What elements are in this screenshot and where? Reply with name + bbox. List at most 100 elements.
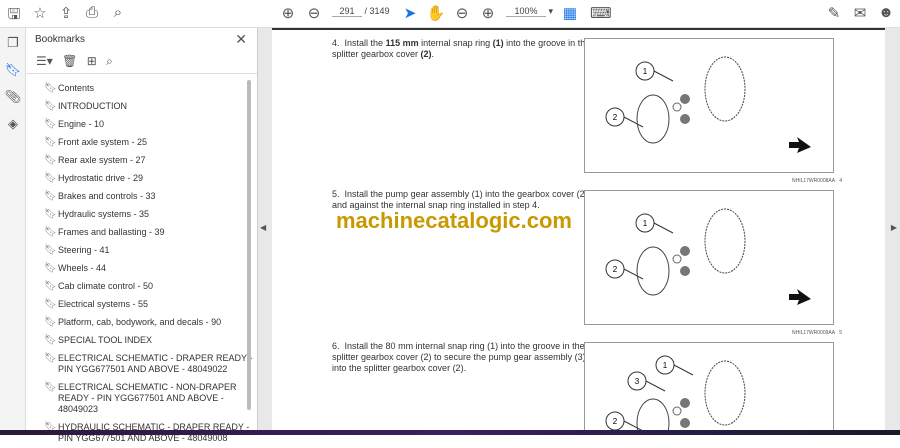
zoom-in-icon[interactable]: ⊕ [478, 4, 498, 22]
callout-number: 2 [613, 417, 618, 426]
leader-line [623, 268, 644, 280]
bookmark-item[interactable]: 🔖︎ Engine - 10 [26, 116, 257, 134]
bookmark-item[interactable]: 🔖︎ Brakes and controls - 33 [26, 188, 257, 206]
bookmark-label: Platform, cab, bodywork, and decals - 90 [58, 317, 222, 327]
bookmark-item[interactable]: 🔖︎ Wheels - 44 [26, 260, 257, 278]
attachment-icon[interactable]: 📎︎ [0, 89, 26, 109]
gear-part [680, 266, 690, 276]
bookmark-icon: 🔖︎ [44, 191, 57, 202]
scrollbar[interactable] [247, 80, 251, 410]
bookmark-item[interactable]: 🔖︎ Hydraulic systems - 35 [26, 206, 257, 224]
ring [672, 406, 682, 416]
gear-part [680, 114, 690, 124]
options-icon[interactable]: ☰▾ [36, 54, 53, 68]
save-icon[interactable]: 🖫 [4, 4, 24, 29]
bookmark-icon: 🔖︎ [44, 299, 57, 310]
leader-line [623, 116, 644, 128]
gear [704, 360, 746, 426]
bookmark-icon: 🔖︎ [44, 173, 57, 184]
gear-diagram: 1 3 2 [605, 355, 746, 448]
zoom-out-icon[interactable]: ⊖ [452, 4, 472, 22]
search-icon[interactable]: ⌕ [108, 4, 128, 21]
figure-caption: NHIL17WR0008AA 4 [791, 178, 842, 184]
bookmark-item[interactable]: 🔖︎ ELECTRICAL SCHEMATIC - DRAPER READY - … [26, 350, 257, 379]
bookmark-icon: 🔖︎ [44, 317, 57, 328]
page-up-icon[interactable]: ⊕ [278, 4, 298, 22]
toolbar: 🖫 ☆ ⇪ ⎙ ⌕ ⊕ ⊖ 291 / 3149 ➤ ✋ ⊖ ⊕ 100% ▾ … [0, 0, 900, 28]
bookmark-label: Hydraulic systems - 35 [58, 209, 150, 219]
direction-arrow [789, 289, 811, 305]
gear-diagram: 12 [605, 208, 811, 305]
bookmark-item[interactable]: 🔖︎ Electrical systems - 55 [26, 296, 257, 314]
layers-icon[interactable]: ◈ [0, 116, 26, 136]
figure-caption: NHIL17WR0009AA 5 [791, 330, 842, 336]
bookmark-icon: 🔖︎ [44, 137, 57, 148]
collapse-right-icon[interactable]: ▶ [891, 223, 897, 232]
bookmarks-panel: Bookmarks ✕ ☰▾ 🗑︎ ⊞ ⌕ 🔖︎ Contents 🔖︎ INTRODU… [26, 28, 258, 443]
gear-part [680, 418, 690, 428]
bookmark-icon: 🔖︎ [44, 335, 57, 346]
bookmark-icon[interactable]: 🔖︎ [0, 62, 26, 82]
bookmark-item[interactable]: 🔖︎ Frames and ballasting - 39 [26, 224, 257, 242]
bookmark-item[interactable]: 🔖︎ ELECTRICAL SCHEMATIC - NON-DRAPER READ… [26, 379, 257, 419]
mail-icon[interactable]: ✉ [850, 4, 870, 22]
bookmark-label: Rear axle system - 27 [58, 155, 146, 165]
bookmark-icon: 🔖︎ [44, 119, 57, 130]
bookmark-item[interactable]: 🔖︎ Rear axle system - 27 [26, 152, 257, 170]
gear-part [680, 94, 690, 104]
page-number-input[interactable]: 291 [332, 6, 362, 17]
page-fit-icon[interactable]: ▦ [560, 4, 580, 22]
gear [704, 56, 746, 122]
bookmark-item[interactable]: 🔖︎ Contents [26, 80, 257, 98]
find-bookmark-icon[interactable]: ⌕ [106, 54, 113, 68]
bookmark-icon: 🔖︎ [44, 209, 57, 220]
cover [636, 246, 670, 296]
bookmark-item[interactable]: 🔖︎ INTRODUCTION [26, 98, 257, 116]
zoom-select[interactable]: 100% [506, 6, 546, 17]
upload-icon[interactable]: ⇪ [56, 4, 76, 22]
hand-icon[interactable]: ✋ [426, 4, 446, 22]
add-bookmark-icon[interactable]: ⊞ [87, 54, 97, 68]
bookmark-icon: 🔖︎ [44, 281, 57, 292]
bookmark-icon: 🔖︎ [44, 353, 57, 364]
close-icon[interactable]: ✕ [235, 31, 247, 48]
bookmark-icon: 🔖︎ [44, 227, 57, 238]
direction-arrow [789, 137, 811, 153]
callout-number: 1 [643, 219, 648, 228]
gear-part [680, 398, 690, 408]
print-icon[interactable]: ⎙ [82, 4, 102, 21]
gear-diagram: 12 [605, 56, 811, 153]
bookmark-item[interactable]: 🔖︎ Platform, cab, bodywork, and decals - … [26, 314, 257, 332]
left-nav: ❐ 🔖︎ 📎︎ ◈ [0, 28, 26, 430]
bookmark-label: Engine - 10 [58, 119, 105, 129]
bookmark-item[interactable]: 🔖︎ Cab climate control - 50 [26, 278, 257, 296]
bookmark-item[interactable]: 🔖︎ Front axle system - 25 [26, 134, 257, 152]
bookmark-label: Steering - 41 [58, 245, 110, 255]
collapse-left-icon[interactable]: ◀ [260, 223, 266, 232]
figure-5: 12 [584, 190, 834, 325]
page-down-icon[interactable]: ⊖ [304, 4, 324, 22]
sign-icon[interactable]: ✎ [824, 4, 844, 22]
pages-icon[interactable]: ❐ [0, 35, 26, 55]
star-icon[interactable]: ☆ [30, 4, 50, 22]
cover [636, 94, 670, 144]
callout-number: 3 [635, 377, 640, 386]
callout-number: 1 [663, 361, 668, 370]
select-cursor-icon[interactable]: ➤ [400, 4, 420, 22]
bookmark-label: ELECTRICAL SCHEMATIC - DRAPER READY - PI… [58, 353, 253, 374]
bookmark-label: Electrical systems - 55 [58, 299, 149, 309]
callout-number: 2 [613, 113, 618, 122]
bookmark-label: Front axle system - 25 [58, 137, 148, 147]
account-icon[interactable]: ☻ [876, 4, 896, 21]
figure-4: 12 [584, 38, 834, 173]
callout-number: 1 [643, 67, 648, 76]
bookmark-item[interactable]: 🔖︎ SPECIAL TOOL INDEX [26, 332, 257, 350]
delete-icon[interactable]: 🗑︎ [62, 54, 77, 68]
keyboard-icon[interactable]: ⌨ [590, 4, 612, 22]
taskbar [0, 430, 900, 435]
bookmark-item[interactable]: 🔖︎ Steering - 41 [26, 242, 257, 260]
bookmark-icon: 🔖︎ [44, 101, 57, 112]
bookmark-item[interactable]: 🔖︎ Hydrostatic drive - 29 [26, 170, 257, 188]
gear [704, 208, 746, 274]
document-viewer: ◀ ▶ 4. Install the 115 mm internal snap … [258, 28, 900, 448]
